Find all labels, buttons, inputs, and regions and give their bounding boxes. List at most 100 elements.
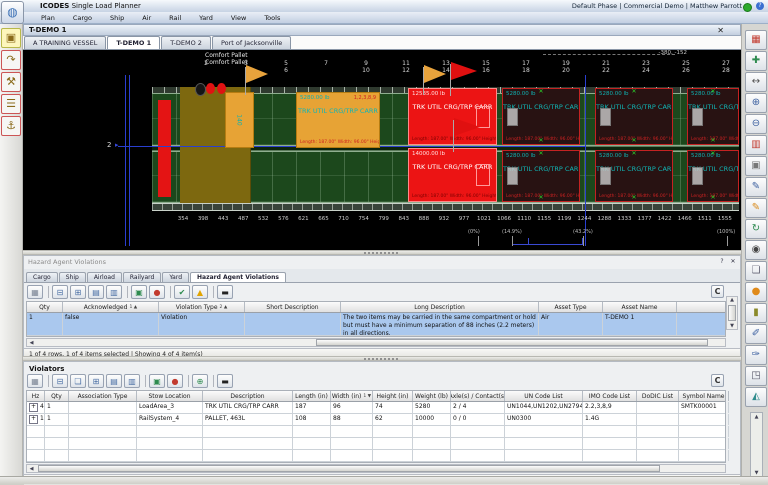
menu-item-ship[interactable]: Ship <box>101 14 133 22</box>
panel-tab-yard[interactable]: Yard <box>162 272 189 282</box>
help-icon[interactable]: ? <box>756 2 764 10</box>
edit-pencil-button[interactable]: ✎ <box>745 198 767 218</box>
add-item-button[interactable]: ⊕ <box>192 374 208 388</box>
select-mode-button[interactable]: ▤ <box>106 374 122 388</box>
cargo-item[interactable]: 5280.00 lbTRK UTIL CRG/TRP CARRLength: 1… <box>595 88 673 145</box>
menu-item-plan[interactable]: Plan <box>32 14 64 22</box>
export-grid-button[interactable]: ▥ <box>124 374 140 388</box>
cargo-item[interactable]: 5280.00 lbTRK UTIL CRG/TRP CARRLength: 1… <box>502 150 580 202</box>
tab-t-demo-1[interactable]: T-DEMO 1 <box>107 36 160 49</box>
menu-item-rail[interactable]: Rail <box>160 14 190 22</box>
hazard-hscrollbar[interactable]: ◀ <box>26 338 726 347</box>
record-button[interactable]: ● <box>745 282 767 302</box>
close-icon[interactable]: ✕ <box>717 26 724 35</box>
sidebar-item-crane-icon[interactable]: ⚓ <box>1 116 21 136</box>
snapshot-button[interactable]: ▣ <box>745 156 767 176</box>
column-header[interactable]: Violation Type2 ▲ <box>159 302 245 312</box>
column-header[interactable]: Qty <box>27 302 63 312</box>
export-excel-button[interactable]: ▣ <box>131 285 147 299</box>
column-header[interactable]: Width (in)1 ▼ <box>331 391 373 401</box>
refresh-button[interactable]: C <box>711 285 724 298</box>
pan-button[interactable]: ✚ <box>745 51 767 71</box>
tab-t-demo-2[interactable]: T-DEMO 2 <box>161 36 211 49</box>
sidebar-item-forklift-icon[interactable]: ⚒ <box>1 72 21 92</box>
column-header[interactable]: Height (in) <box>373 391 413 401</box>
panel-tab-hazard-agent-violations[interactable]: Hazard Agent Violations <box>190 272 286 282</box>
lamp-button[interactable]: ◉ <box>745 240 767 260</box>
cargo-item[interactable]: 5280.00 lbTRK UTIL CRG/TRP CARRLength: 1… <box>595 150 673 202</box>
column-header[interactable]: Qty <box>45 391 69 401</box>
scroll-left-icon[interactable]: ◀ <box>27 466 36 472</box>
scroll-down-icon[interactable]: ▼ <box>727 323 737 329</box>
export-pdf-button[interactable]: ● <box>167 374 183 388</box>
scroll-left-icon[interactable]: ◀ <box>27 340 36 346</box>
grid-options-button[interactable]: ▦ <box>27 285 43 299</box>
cargo-grid-button[interactable]: ▦ <box>745 30 767 50</box>
expand-all-button[interactable]: ⊞ <box>88 374 104 388</box>
tab-port-of-jacksonville[interactable]: Port of Jacksonville <box>212 36 291 49</box>
panel-tab-ship[interactable]: Ship <box>59 272 86 282</box>
sign-button[interactable]: ✐ <box>745 324 767 344</box>
column-header[interactable]: Acknowledged1 ▲ <box>63 302 159 312</box>
violators-hscrollbar[interactable]: ◀ <box>26 464 726 473</box>
cargo-item[interactable]: 5280.00 lbTRK UTIL CRG/TRP CARRLength: 1… <box>687 88 739 145</box>
display-board-button[interactable]: ▬ <box>217 285 233 299</box>
hazard-warning-button[interactable]: ▲ <box>192 285 208 299</box>
canvas-scrollbar[interactable]: ▲ ▼ <box>750 412 763 478</box>
acknowledge-button[interactable]: ✔ <box>174 285 190 299</box>
annotate-pen-button[interactable]: ✎ <box>745 177 767 197</box>
column-header[interactable]: IMO Code List <box>583 391 637 401</box>
select-region-button[interactable]: ◳ <box>745 366 767 386</box>
scroll-up-icon[interactable]: ▲ <box>727 297 737 303</box>
battery-button[interactable]: ▮ <box>745 303 767 323</box>
expand-all-button[interactable]: ⊞ <box>70 285 86 299</box>
select-mode-button[interactable]: ▤ <box>88 285 104 299</box>
panel-close-icon[interactable]: ✕ <box>729 258 737 266</box>
deck-canvas[interactable]: -380, -152 Comfort Pallet Comfort Pallet… <box>23 50 741 250</box>
scroll-thumb[interactable] <box>316 339 708 346</box>
column-header[interactable]: Asset Type <box>539 302 603 312</box>
export-grid-button[interactable]: ▥ <box>106 285 122 299</box>
zoom-out-button[interactable]: ⊖ <box>745 114 767 134</box>
menu-item-yard[interactable]: Yard <box>190 14 222 22</box>
row-expander[interactable]: + <box>29 415 38 424</box>
menu-item-cargo[interactable]: Cargo <box>64 14 101 22</box>
column-header[interactable]: Asset Name <box>603 302 677 312</box>
sidebar-item-cargo-move-icon[interactable]: ↷ <box>1 50 21 70</box>
menu-item-tools[interactable]: Tools <box>255 14 289 22</box>
cargo-item[interactable]: 5280.00 lb1,2,3,8,9TRK UTIL CRG/TRP CARR… <box>296 92 380 148</box>
column-header[interactable]: Weight (lb) <box>413 391 451 401</box>
stow-table-button[interactable]: ▥ <box>745 135 767 155</box>
column-header[interactable]: Association Type <box>69 391 137 401</box>
menu-item-air[interactable]: Air <box>133 14 160 22</box>
statistics-button[interactable]: ◭ <box>745 387 767 407</box>
column-header[interactable]: Long Description <box>341 302 539 312</box>
table-row[interactable]: +41LoadArea_3TRK UTIL CRG/TRP CARR187967… <box>27 402 725 414</box>
cargo-item[interactable]: 14000.00 lbTRK UTIL CRG/TRP CARRLength: … <box>408 148 497 202</box>
cargo-item[interactable]: 5280.00 lbTRK UTIL CRG/TRP CARRLength: 1… <box>687 150 739 202</box>
export-excel-button[interactable]: ▣ <box>149 374 165 388</box>
panel-tab-airload[interactable]: Airload <box>87 272 122 282</box>
app-logo-icon[interactable]: ◍ <box>1 1 24 24</box>
sidebar-item-rail-icon[interactable]: ☰ <box>1 94 21 114</box>
column-header[interactable]: UN Code List <box>505 391 583 401</box>
sidebar-item-stow-plan-icon[interactable]: ▣ <box>1 28 21 48</box>
display-board-button[interactable]: ▬ <box>217 374 233 388</box>
collapse-all-button[interactable]: ⊟ <box>52 374 68 388</box>
fit-width-button[interactable]: ↔ <box>745 72 767 92</box>
zoom-in-button[interactable]: ⊕ <box>745 93 767 113</box>
tab-a-training-vessel[interactable]: A TRAINING VESSEL <box>24 36 106 49</box>
hazard-vscrollbar[interactable]: ▲ ▼ <box>726 296 738 330</box>
column-header[interactable]: Symbol Name <box>679 391 729 401</box>
panel-help-icon[interactable]: ? <box>718 258 726 266</box>
details-button[interactable]: ❏ <box>70 374 86 388</box>
table-row[interactable]: +11RailSystem_4PALLET, 463L1088862100000… <box>27 414 725 426</box>
refresh-button[interactable]: C <box>711 374 724 387</box>
comment-button[interactable]: ❏ <box>745 261 767 281</box>
scroll-thumb[interactable] <box>38 465 660 472</box>
column-header[interactable]: Hz <box>27 391 45 401</box>
scroll-up-icon[interactable]: ▲ <box>751 414 762 420</box>
panel-tab-cargo[interactable]: Cargo <box>26 272 58 282</box>
column-header[interactable]: Description <box>203 391 293 401</box>
export-pdf-button[interactable]: ● <box>149 285 165 299</box>
